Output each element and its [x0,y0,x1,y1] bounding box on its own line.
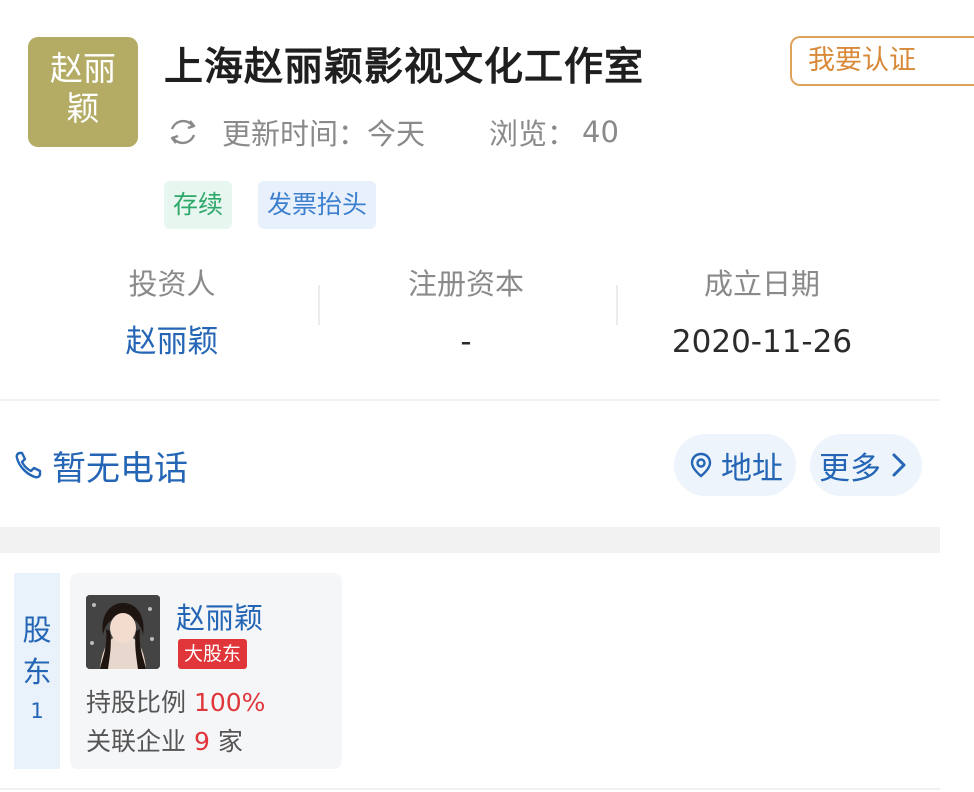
avatar [86,595,160,669]
divider [0,399,940,401]
section-separator [0,527,940,553]
avatar-image [86,595,160,669]
info-label: 注册资本 [407,267,524,301]
major-shareholder-badge: 大股东 [178,639,248,669]
divider [0,788,940,790]
related-companies: 关联企业 9 家 [86,722,243,758]
investor-link[interactable]: 赵丽颖 [22,320,322,364]
info-capital: 注册资本 - [316,262,616,364]
shareholder-count: 1 [30,699,44,723]
info-label: 成立日期 [703,267,820,301]
ratio-value: 100% [193,688,266,717]
related-count: 9 [193,727,210,756]
logo-text-line-2: 颖 [66,89,100,128]
info-investor: 投资人 赵丽颖 [22,262,322,364]
update-time: 更新时间：今天 [222,117,426,151]
chevron-right-icon [892,453,906,477]
company-logo: 赵丽 颖 [28,37,138,147]
invoice-tag[interactable]: 发票抬头 [258,181,377,229]
phone-label: 暂无电话 [52,448,188,489]
company-name: 上海赵丽颖影视文化工作室 [164,45,645,90]
side-label-char: 东 [22,655,52,689]
update-row: 更新时间：今天 浏览： 40 [166,110,619,154]
logo-text-line-1: 赵丽 [50,49,116,88]
address-label: 地址 [721,450,783,487]
related-label: 关联企业 [86,727,187,756]
address-button[interactable]: 地址 [674,434,796,496]
shareholders-tab[interactable]: 股 东 1 [14,573,60,769]
ratio-label: 持股比例 [86,688,187,717]
info-value: - [460,324,472,360]
more-button[interactable]: 更多 [810,434,922,496]
phone-button[interactable]: 暂无电话 [12,440,188,490]
ownership-ratio: 持股比例 100% [86,683,265,719]
info-founded: 成立日期 2020-11-26 [612,262,912,364]
location-pin-icon [690,452,712,478]
related-unit: 家 [217,727,243,756]
shareholder-name[interactable]: 赵丽颖 [176,595,263,637]
views-label: 浏览： [489,117,577,151]
shareholder-card[interactable]: 赵丽颖 大股东 持股比例 100% 关联企业 9 家 [70,573,342,769]
phone-icon [15,451,42,479]
info-value: 2020-11-26 [671,324,853,360]
status-tag: 存续 [164,181,233,229]
more-label: 更多 [819,450,881,487]
verify-button[interactable]: 我要认证 [790,36,974,86]
info-label: 投资人 [128,267,216,301]
refresh-icon[interactable] [166,115,200,149]
views-count: 40 [582,115,619,149]
side-label-char: 股 [22,613,52,647]
